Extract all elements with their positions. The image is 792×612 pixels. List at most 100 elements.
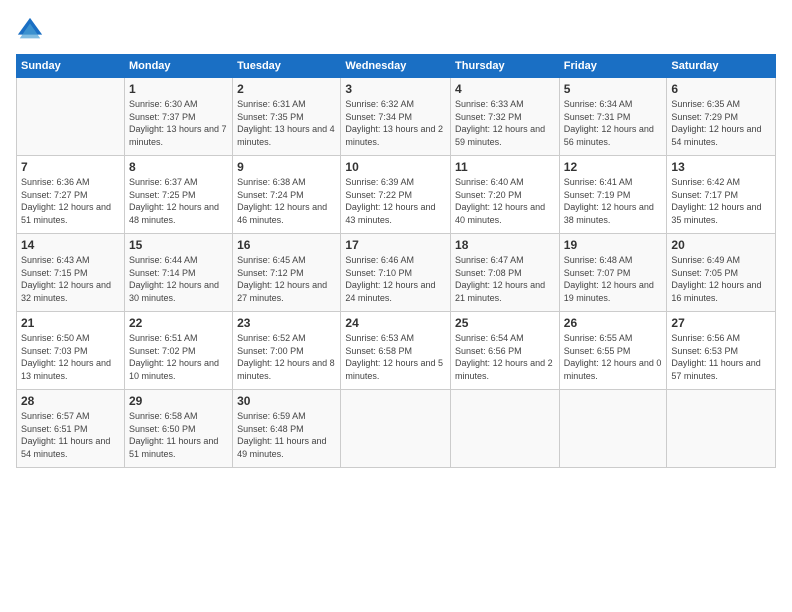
day-number: 6 xyxy=(671,82,771,96)
day-number: 9 xyxy=(237,160,336,174)
calendar-cell: 16 Sunrise: 6:45 AMSunset: 7:12 PMDayligh… xyxy=(233,234,341,312)
day-info: Sunrise: 6:35 AMSunset: 7:29 PMDaylight:… xyxy=(671,98,771,148)
calendar-cell: 19 Sunrise: 6:48 AMSunset: 7:07 PMDayligh… xyxy=(559,234,667,312)
day-number: 3 xyxy=(345,82,446,96)
calendar-week-1: 1 Sunrise: 6:30 AMSunset: 7:37 PMDaylight… xyxy=(17,78,776,156)
day-number: 26 xyxy=(564,316,663,330)
day-info: Sunrise: 6:50 AMSunset: 7:03 PMDaylight:… xyxy=(21,332,120,382)
day-number: 20 xyxy=(671,238,771,252)
day-number: 24 xyxy=(345,316,446,330)
calendar-week-4: 21Sunrise: 6:50 AMSunset: 7:03 PMDayligh… xyxy=(17,312,776,390)
day-info: Sunrise: 6:57 AMSunset: 6:51 PMDaylight:… xyxy=(21,410,120,460)
day-info: Sunrise: 6:46 AMSunset: 7:10 PMDaylight:… xyxy=(345,254,446,304)
weekday-header-friday: Friday xyxy=(559,55,667,78)
day-info: Sunrise: 6:43 AMSunset: 7:15 PMDaylight:… xyxy=(21,254,120,304)
day-number: 25 xyxy=(455,316,555,330)
calendar-cell: 3 Sunrise: 6:32 AMSunset: 7:34 PMDaylight… xyxy=(341,78,451,156)
day-number: 2 xyxy=(237,82,336,96)
calendar-cell: 2 Sunrise: 6:31 AMSunset: 7:35 PMDaylight… xyxy=(233,78,341,156)
page: SundayMondayTuesdayWednesdayThursdayFrid… xyxy=(0,0,792,612)
weekday-header-tuesday: Tuesday xyxy=(233,55,341,78)
calendar-cell xyxy=(667,390,776,468)
day-info: Sunrise: 6:44 AMSunset: 7:14 PMDaylight:… xyxy=(129,254,228,304)
day-info: Sunrise: 6:34 AMSunset: 7:31 PMDaylight:… xyxy=(564,98,663,148)
weekday-header-saturday: Saturday xyxy=(667,55,776,78)
day-info: Sunrise: 6:41 AMSunset: 7:19 PMDaylight:… xyxy=(564,176,663,226)
calendar-cell: 18 Sunrise: 6:47 AMSunset: 7:08 PMDayligh… xyxy=(451,234,560,312)
calendar-cell: 27 Sunrise: 6:56 AMSunset: 6:53 PMDayligh… xyxy=(667,312,776,390)
calendar-cell: 13 Sunrise: 6:42 AMSunset: 7:17 PMDayligh… xyxy=(667,156,776,234)
calendar-cell: 8 Sunrise: 6:37 AMSunset: 7:25 PMDaylight… xyxy=(124,156,232,234)
calendar-cell: 28 Sunrise: 6:57 AMSunset: 6:51 PMDayligh… xyxy=(17,390,125,468)
calendar-table: SundayMondayTuesdayWednesdayThursdayFrid… xyxy=(16,54,776,468)
calendar-cell: 15 Sunrise: 6:44 AMSunset: 7:14 PMDayligh… xyxy=(124,234,232,312)
day-number: 28 xyxy=(21,394,120,408)
calendar-cell: 30Sunrise: 6:59 AMSunset: 6:48 PMDayligh… xyxy=(233,390,341,468)
day-info: Sunrise: 6:48 AMSunset: 7:07 PMDaylight:… xyxy=(564,254,663,304)
calendar-week-3: 14 Sunrise: 6:43 AMSunset: 7:15 PMDayligh… xyxy=(17,234,776,312)
calendar-cell: 14 Sunrise: 6:43 AMSunset: 7:15 PMDayligh… xyxy=(17,234,125,312)
calendar-cell: 1 Sunrise: 6:30 AMSunset: 7:37 PMDaylight… xyxy=(124,78,232,156)
day-number: 1 xyxy=(129,82,228,96)
day-info: Sunrise: 6:59 AMSunset: 6:48 PMDaylight:… xyxy=(237,410,336,460)
day-info: Sunrise: 6:32 AMSunset: 7:34 PMDaylight:… xyxy=(345,98,446,148)
weekday-header-monday: Monday xyxy=(124,55,232,78)
day-number: 16 xyxy=(237,238,336,252)
calendar-cell: 5 Sunrise: 6:34 AMSunset: 7:31 PMDaylight… xyxy=(559,78,667,156)
day-info: Sunrise: 6:56 AMSunset: 6:53 PMDaylight:… xyxy=(671,332,771,382)
calendar-cell: 25 Sunrise: 6:54 AMSunset: 6:56 PMDayligh… xyxy=(451,312,560,390)
day-info: Sunrise: 6:30 AMSunset: 7:37 PMDaylight:… xyxy=(129,98,228,148)
day-info: Sunrise: 6:37 AMSunset: 7:25 PMDaylight:… xyxy=(129,176,228,226)
weekday-header-thursday: Thursday xyxy=(451,55,560,78)
day-number: 5 xyxy=(564,82,663,96)
day-info: Sunrise: 6:58 AMSunset: 6:50 PMDaylight:… xyxy=(129,410,228,460)
day-number: 14 xyxy=(21,238,120,252)
calendar-cell xyxy=(559,390,667,468)
day-number: 10 xyxy=(345,160,446,174)
calendar-cell: 9 Sunrise: 6:38 AMSunset: 7:24 PMDaylight… xyxy=(233,156,341,234)
calendar-cell: 21Sunrise: 6:50 AMSunset: 7:03 PMDayligh… xyxy=(17,312,125,390)
logo-icon xyxy=(16,16,44,44)
day-number: 7 xyxy=(21,160,120,174)
calendar-week-2: 7 Sunrise: 6:36 AMSunset: 7:27 PMDaylight… xyxy=(17,156,776,234)
day-info: Sunrise: 6:53 AMSunset: 6:58 PMDaylight:… xyxy=(345,332,446,382)
day-info: Sunrise: 6:52 AMSunset: 7:00 PMDaylight:… xyxy=(237,332,336,382)
day-info: Sunrise: 6:33 AMSunset: 7:32 PMDaylight:… xyxy=(455,98,555,148)
calendar-cell: 11 Sunrise: 6:40 AMSunset: 7:20 PMDayligh… xyxy=(451,156,560,234)
day-number: 13 xyxy=(671,160,771,174)
calendar-body: 1 Sunrise: 6:30 AMSunset: 7:37 PMDaylight… xyxy=(17,78,776,468)
calendar-cell xyxy=(17,78,125,156)
day-info: Sunrise: 6:31 AMSunset: 7:35 PMDaylight:… xyxy=(237,98,336,148)
day-info: Sunrise: 6:38 AMSunset: 7:24 PMDaylight:… xyxy=(237,176,336,226)
day-info: Sunrise: 6:40 AMSunset: 7:20 PMDaylight:… xyxy=(455,176,555,226)
day-number: 18 xyxy=(455,238,555,252)
calendar-cell: 12Sunrise: 6:41 AMSunset: 7:19 PMDayligh… xyxy=(559,156,667,234)
day-info: Sunrise: 6:36 AMSunset: 7:27 PMDaylight:… xyxy=(21,176,120,226)
calendar-cell xyxy=(451,390,560,468)
calendar-cell: 4 Sunrise: 6:33 AMSunset: 7:32 PMDaylight… xyxy=(451,78,560,156)
day-number: 27 xyxy=(671,316,771,330)
day-info: Sunrise: 6:45 AMSunset: 7:12 PMDaylight:… xyxy=(237,254,336,304)
calendar-cell: 6 Sunrise: 6:35 AMSunset: 7:29 PMDaylight… xyxy=(667,78,776,156)
day-info: Sunrise: 6:49 AMSunset: 7:05 PMDaylight:… xyxy=(671,254,771,304)
weekday-header-wednesday: Wednesday xyxy=(341,55,451,78)
calendar-cell: 23Sunrise: 6:52 AMSunset: 7:00 PMDayligh… xyxy=(233,312,341,390)
day-info: Sunrise: 6:54 AMSunset: 6:56 PMDaylight:… xyxy=(455,332,555,382)
calendar-cell: 26 Sunrise: 6:55 AMSunset: 6:55 PMDayligh… xyxy=(559,312,667,390)
calendar-cell: 7 Sunrise: 6:36 AMSunset: 7:27 PMDaylight… xyxy=(17,156,125,234)
day-info: Sunrise: 6:42 AMSunset: 7:17 PMDaylight:… xyxy=(671,176,771,226)
calendar-cell: 24 Sunrise: 6:53 AMSunset: 6:58 PMDayligh… xyxy=(341,312,451,390)
day-info: Sunrise: 6:55 AMSunset: 6:55 PMDaylight:… xyxy=(564,332,663,382)
day-number: 11 xyxy=(455,160,555,174)
weekday-header-row: SundayMondayTuesdayWednesdayThursdayFrid… xyxy=(17,55,776,78)
day-number: 19 xyxy=(564,238,663,252)
header xyxy=(16,16,776,44)
day-number: 8 xyxy=(129,160,228,174)
day-number: 22 xyxy=(129,316,228,330)
day-number: 4 xyxy=(455,82,555,96)
day-info: Sunrise: 6:47 AMSunset: 7:08 PMDaylight:… xyxy=(455,254,555,304)
calendar-cell: 17Sunrise: 6:46 AMSunset: 7:10 PMDayligh… xyxy=(341,234,451,312)
calendar-cell: 29Sunrise: 6:58 AMSunset: 6:50 PMDayligh… xyxy=(124,390,232,468)
calendar-cell: 22Sunrise: 6:51 AMSunset: 7:02 PMDayligh… xyxy=(124,312,232,390)
day-number: 15 xyxy=(129,238,228,252)
